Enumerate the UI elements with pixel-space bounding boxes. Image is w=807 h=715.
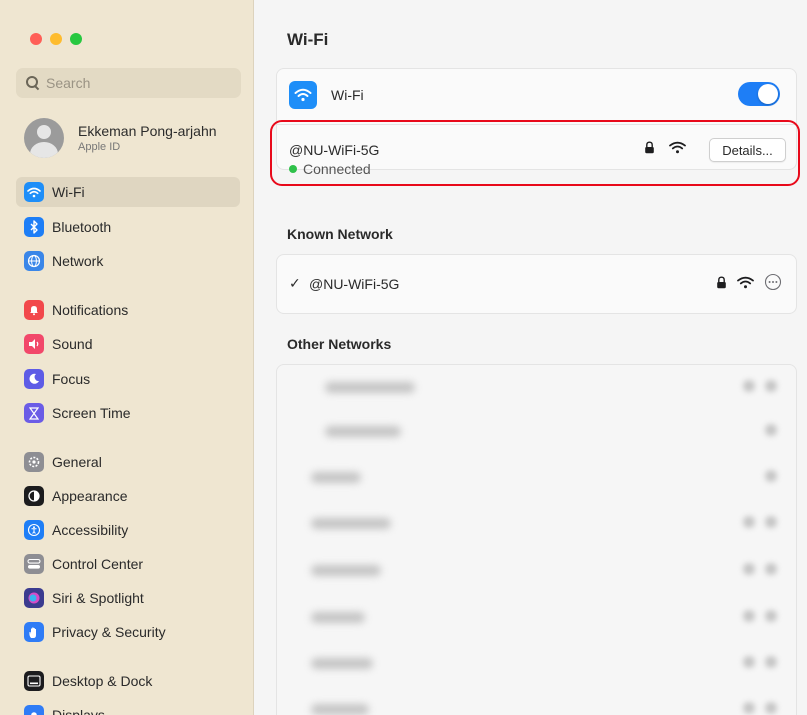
sidebar-item-wifi[interactable]: Wi-Fi [16, 177, 240, 207]
search-field[interactable]: Search [16, 68, 241, 98]
hourglass-icon [24, 403, 44, 423]
other-networks-list [276, 364, 797, 715]
sidebar: Search Ekkeman Pong-arjahn Apple ID Wi-F… [0, 0, 254, 715]
wifi-signal-icon [737, 276, 754, 294]
wifi-signal-icon [669, 141, 686, 159]
sidebar-item-label: Displays [52, 707, 105, 715]
list-item[interactable] [277, 548, 796, 594]
list-item[interactable] [277, 455, 796, 501]
sidebar-item-label: Siri & Spotlight [52, 590, 144, 606]
appearance-icon [24, 486, 44, 506]
zoom-window-button[interactable] [70, 33, 82, 45]
search-icon [26, 76, 40, 90]
avatar [24, 118, 64, 158]
page-title: Wi-Fi [287, 30, 329, 49]
connected-status-dot [289, 165, 297, 173]
sidebar-item-sound[interactable]: Sound [16, 329, 240, 359]
display-icon [24, 705, 44, 715]
list-item[interactable] [277, 409, 796, 455]
minimize-window-button[interactable] [50, 33, 62, 45]
siri-icon [24, 588, 44, 608]
sidebar-item-control-center[interactable]: Control Center [16, 549, 240, 579]
search-placeholder: Search [46, 75, 91, 91]
sidebar-item-label: Bluetooth [52, 219, 112, 235]
list-item[interactable] [277, 365, 796, 411]
sidebar-item-label: Wi-Fi [52, 184, 85, 200]
sidebar-item-bluetooth[interactable]: Bluetooth [16, 212, 240, 242]
bluetooth-icon [24, 217, 44, 237]
main-pane: Wi-Fi Wi-Fi @NU-WiFi-5G Connected Detail… [254, 0, 807, 715]
other-networks-heading: Other Networks [287, 336, 392, 352]
hand-icon [24, 622, 44, 642]
sidebar-item-label: Accessibility [52, 522, 129, 538]
speaker-icon [24, 334, 44, 354]
globe-icon [24, 251, 44, 271]
sidebar-item-general[interactable]: General [16, 447, 240, 477]
wifi-toggle-label: Wi-Fi [331, 87, 364, 103]
system-settings-window: Search Ekkeman Pong-arjahn Apple ID Wi-F… [0, 0, 807, 715]
accessibility-icon [24, 520, 44, 540]
moon-icon [24, 369, 44, 389]
sidebar-item-focus[interactable]: Focus [16, 364, 240, 394]
known-network-row[interactable]: ✓ @NU-WiFi-5G [276, 254, 797, 314]
list-item[interactable] [277, 501, 796, 547]
wifi-toggle[interactable] [738, 82, 780, 106]
connection-status: Connected [289, 161, 371, 177]
sidebar-item-label: Notifications [52, 302, 129, 318]
details-button[interactable]: Details... [709, 138, 786, 162]
account-subtitle: Apple ID [78, 141, 121, 153]
lock-icon [716, 275, 727, 294]
sidebar-item-label: Desktop & Dock [52, 673, 153, 689]
bell-icon [24, 300, 44, 320]
known-network-name: @NU-WiFi-5G [309, 276, 400, 292]
control-center-icon [24, 554, 44, 574]
sidebar-item-label: General [52, 454, 102, 470]
wifi-icon [289, 81, 317, 109]
gear-icon [24, 452, 44, 472]
apple-id-account[interactable]: Ekkeman Pong-arjahn Apple ID [24, 118, 217, 158]
account-name: Ekkeman Pong-arjahn [78, 123, 217, 139]
connected-network-name: @NU-WiFi-5G [289, 142, 380, 158]
wifi-icon [24, 182, 44, 202]
sidebar-item-screen-time[interactable]: Screen Time [16, 398, 240, 428]
sidebar-item-network[interactable]: Network [16, 246, 240, 276]
checkmark-icon: ✓ [289, 275, 301, 291]
list-item[interactable] [277, 687, 796, 715]
sidebar-item-displays[interactable]: Displays [16, 700, 240, 715]
sidebar-item-appearance[interactable]: Appearance [16, 481, 240, 511]
list-item[interactable] [277, 595, 796, 641]
sidebar-item-label: Network [52, 253, 104, 269]
sidebar-item-label: Screen Time [52, 405, 131, 421]
lock-icon [644, 141, 655, 159]
sidebar-item-label: Appearance [52, 488, 128, 504]
sidebar-item-siri-spotlight[interactable]: Siri & Spotlight [16, 583, 240, 613]
sidebar-item-desktop-dock[interactable]: Desktop & Dock [16, 666, 240, 696]
sidebar-item-accessibility[interactable]: Accessibility [16, 515, 240, 545]
dock-icon [24, 671, 44, 691]
sidebar-item-label: Privacy & Security [52, 624, 166, 640]
sidebar-item-label: Control Center [52, 556, 144, 572]
close-window-button[interactable] [30, 33, 42, 45]
sidebar-item-label: Focus [52, 371, 91, 387]
sidebar-item-notifications[interactable]: Notifications [16, 295, 240, 325]
sidebar-item-label: Sound [52, 336, 93, 352]
known-network-heading: Known Network [287, 226, 393, 242]
connection-status-text: Connected [303, 161, 371, 177]
more-options-icon[interactable] [764, 273, 782, 296]
sidebar-item-privacy-security[interactable]: Privacy & Security [16, 617, 240, 647]
window-controls [30, 33, 82, 45]
list-item[interactable] [277, 641, 796, 687]
